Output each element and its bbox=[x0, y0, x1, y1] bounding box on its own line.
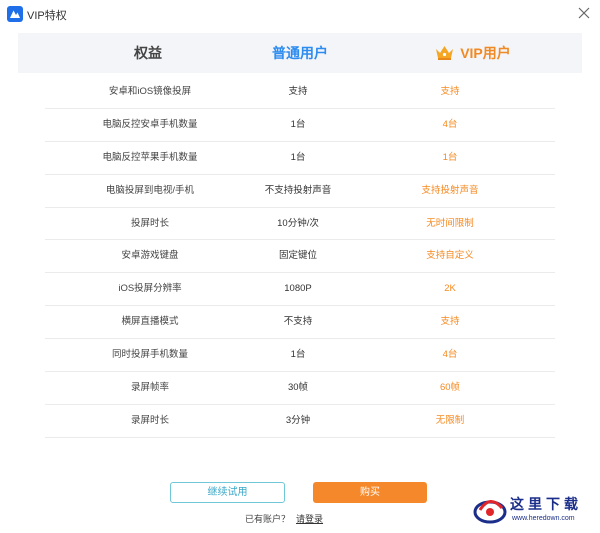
vip-user-cell: 无时间限制 bbox=[426, 217, 474, 229]
table-row: 电脑反控苹果手机数量 1台 1台 bbox=[45, 142, 555, 175]
header-normal-user: 普通用户 bbox=[272, 45, 328, 61]
normal-user-cell: 不支持投射声音 bbox=[264, 184, 332, 196]
watermark-url: www.heredown.com bbox=[512, 515, 575, 522]
table-row: 录屏时长 3分钟 无限制 bbox=[45, 405, 555, 438]
watermark: 这里下载 www.heredown.com bbox=[470, 490, 595, 530]
table-row: iOS投屏分辨率 1080P 2K bbox=[45, 273, 555, 307]
login-prompt-line: 已有账户？ 请登录 bbox=[245, 512, 323, 525]
vip-user-cell: 无限制 bbox=[435, 414, 465, 426]
normal-user-cell: 支持 bbox=[288, 86, 308, 97]
watermark-text: 这里下载 bbox=[510, 497, 582, 513]
benefits-table: 安卓和iOS镜像投屏 支持 支持 电脑反控安卓手机数量 1台 4台 电脑反控苹果手机数量 1台… bbox=[45, 76, 555, 438]
login-link[interactable]: 请登录 bbox=[296, 514, 323, 524]
normal-user-cell: 1台 bbox=[290, 118, 306, 130]
vip-user-cell: 4台 bbox=[442, 349, 458, 361]
table-row: 电脑反控安卓手机数量 1台 4台 bbox=[45, 109, 555, 142]
login-prompt: 已有账户？ bbox=[245, 514, 291, 524]
vip-user-cell: 4台 bbox=[442, 118, 458, 130]
vip-user-cell: 支持自定义 bbox=[426, 250, 474, 262]
header-vip-user: VIP用户 bbox=[378, 33, 568, 73]
normal-user-cell: 固定键位 bbox=[278, 250, 317, 262]
window-title: VIP特权 bbox=[27, 10, 67, 22]
continue-trial-button[interactable]: 继续试用 bbox=[170, 482, 285, 503]
app-logo-icon bbox=[7, 6, 23, 22]
header-benefit: 权益 bbox=[134, 45, 162, 61]
normal-user-cell: 1台 bbox=[290, 151, 306, 163]
normal-user-cell: 1台 bbox=[290, 349, 306, 361]
close-button[interactable] bbox=[574, 3, 594, 23]
vip-user-cell: 支持投射声音 bbox=[421, 184, 479, 196]
watermark-logo-icon bbox=[473, 500, 507, 524]
close-icon bbox=[578, 7, 590, 19]
title-bar: VIP特权 bbox=[0, 0, 600, 28]
normal-user-cell: 3分钟 bbox=[285, 414, 311, 426]
table-row: 录屏帧率 30帧 60帧 bbox=[45, 372, 555, 405]
normal-user-cell: 30帧 bbox=[287, 382, 309, 394]
vip-user-cell: 支持 bbox=[440, 86, 460, 97]
vip-user-cell: 1台 bbox=[442, 151, 458, 163]
normal-user-cell: 10分钟/次 bbox=[277, 217, 319, 229]
table-row: 横屏直播模式 不支持 支持 bbox=[45, 306, 555, 340]
table-row: 投屏时长 10分钟/次 无时间限制 bbox=[45, 208, 555, 241]
normal-user-cell: 1080P bbox=[284, 283, 312, 295]
vip-user-cell: 2K bbox=[444, 283, 456, 295]
table-row: 安卓游戏键盘 固定键位 支持自定义 bbox=[45, 240, 555, 274]
vip-user-cell: 支持 bbox=[440, 316, 460, 328]
table-row: 安卓和iOS镜像投屏 支持 支持 bbox=[45, 76, 555, 109]
normal-user-cell: 不支持 bbox=[283, 316, 313, 328]
header-vip-label: VIP用户 bbox=[460, 45, 511, 61]
vip-user-cell: 60帧 bbox=[439, 382, 461, 394]
buy-button[interactable]: 购买 bbox=[313, 482, 427, 503]
table-row: 同时投屏手机数量 1台 4台 bbox=[45, 339, 555, 373]
table-row: 电脑投屏到电视/手机 不支持投射声音 支持投射声音 bbox=[45, 175, 555, 208]
table-header: 权益 普通用户 VIP用户 bbox=[18, 33, 582, 73]
crown-icon bbox=[436, 46, 454, 60]
